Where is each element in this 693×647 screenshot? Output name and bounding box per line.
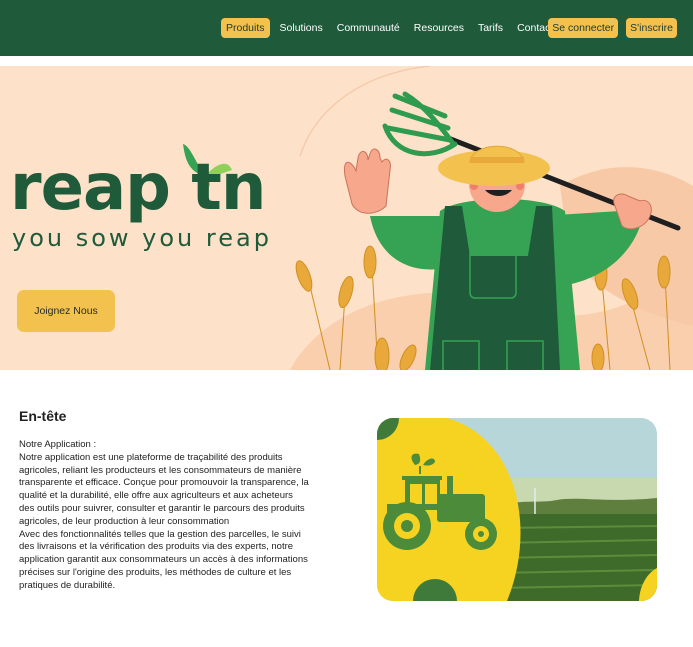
tractor-field-illustration	[377, 418, 657, 601]
app-description: Notre Application : Notre application est…	[19, 439, 309, 591]
section-title: En-tête	[19, 408, 67, 424]
login-button[interactable]: Se connecter	[548, 18, 619, 38]
auth-buttons: Se connecter S'inscrire	[540, 18, 677, 38]
nav-resources[interactable]: Resources	[414, 22, 464, 34]
join-us-button[interactable]: Joignez Nous	[17, 290, 115, 332]
hero-banner: reap tn you sow you reap Joignez Nous	[0, 66, 693, 370]
nav-solutions[interactable]: Solutions	[280, 22, 323, 34]
signup-button[interactable]: S'inscrire	[626, 18, 677, 38]
top-navbar: Produits Solutions Communauté Resources …	[0, 0, 693, 56]
nav-tarifs[interactable]: Tarifs	[478, 22, 503, 34]
nav-communaute[interactable]: Communauté	[337, 22, 400, 34]
tractor-field-image	[377, 418, 657, 601]
brand-logo: reap tn	[10, 151, 266, 225]
main-nav: Produits Solutions Communauté Resources …	[221, 18, 567, 38]
brand-tagline: you sow you reap	[12, 224, 272, 252]
nav-produits[interactable]: Produits	[221, 18, 270, 38]
